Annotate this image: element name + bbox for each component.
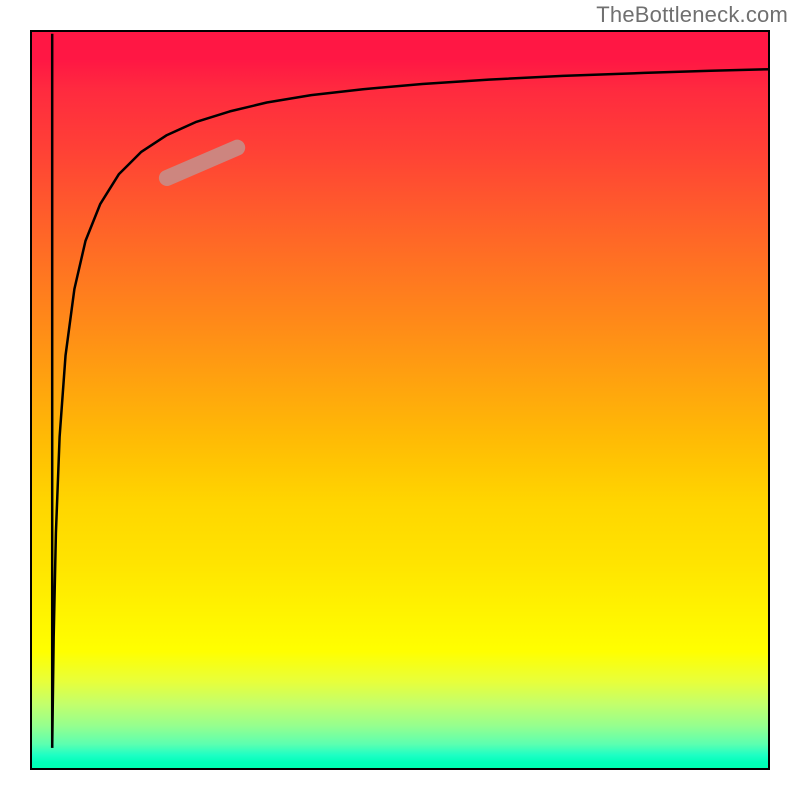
chart-svg xyxy=(30,30,770,770)
watermark-text: TheBottleneck.com xyxy=(596,2,788,28)
series-highlight-segment xyxy=(167,148,237,178)
axis-right xyxy=(768,30,770,770)
axis-top xyxy=(30,30,770,32)
series-log-curve xyxy=(52,69,770,748)
axis-bottom xyxy=(30,768,770,770)
chart-container: TheBottleneck.com xyxy=(0,0,800,800)
axis-left xyxy=(30,30,32,770)
plot-area xyxy=(30,30,770,770)
series-group xyxy=(52,34,770,748)
